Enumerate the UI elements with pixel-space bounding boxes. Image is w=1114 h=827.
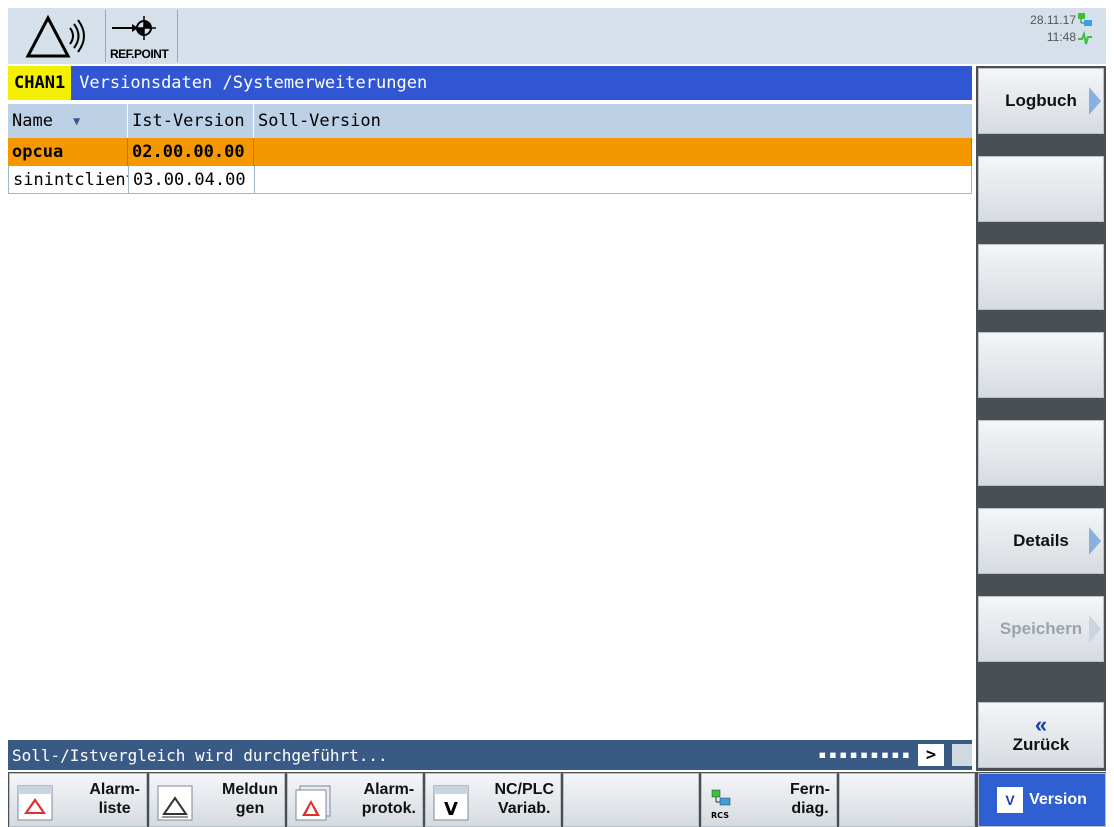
vertical-softkey-bar: Logbuch Details Speichern « Zurück xyxy=(976,66,1106,771)
zurueck-button[interactable]: « Zurück xyxy=(978,702,1104,768)
details-button[interactable]: Details xyxy=(978,508,1104,574)
rcs-label: RCS xyxy=(711,811,729,820)
page-title: Versionsdaten /Systemerweiterungen xyxy=(79,73,428,93)
channel-badge: CHAN1 xyxy=(8,66,72,100)
cell-name: sinintclient xyxy=(9,166,129,193)
ferndiag-label-2: diag. xyxy=(791,800,829,817)
time-label: 11:48 xyxy=(1046,30,1076,44)
speichern-button[interactable]: Speichern xyxy=(978,596,1104,662)
remote-diagnosis-icon: RCS xyxy=(711,789,731,820)
meldungen-label-1: Meldun xyxy=(222,781,278,798)
column-header-ist-version[interactable]: Ist-Version xyxy=(128,104,254,138)
alarmprotok-button[interactable]: Alarm- protok. xyxy=(287,773,423,827)
softkey-v5-empty[interactable] xyxy=(978,420,1104,486)
meldungen-label-2: gen xyxy=(235,800,265,817)
version-label: Version xyxy=(1029,791,1087,808)
window-title-bar: CHAN1 Versionsdaten /Systemerweiterungen xyxy=(8,66,972,100)
alarmprotok-label-2: protok. xyxy=(361,800,416,817)
cell-name: opcua xyxy=(8,138,128,166)
table-header-row: Name ▼ Ist-Version Soll-Version xyxy=(8,104,972,138)
status-message: Soll-/Istvergleich wird durchgeführt... xyxy=(12,745,388,765)
submenu-arrow-icon xyxy=(1089,87,1101,115)
cell-ist-version: 02.00.00.00 xyxy=(128,138,254,166)
nc-plc-variablen-button[interactable]: V NC/PLC Variab. xyxy=(425,773,561,827)
date-label: 28.11.17 xyxy=(1030,13,1076,27)
alarmliste-label-2: liste xyxy=(98,800,131,817)
ncplc-label-1: NC/PLC xyxy=(494,781,554,798)
submenu-arrow-icon xyxy=(1089,615,1101,643)
reference-point-indicator: REF.POINT xyxy=(106,10,178,62)
softkey-v2-empty[interactable] xyxy=(978,156,1104,222)
alarm-log-icon xyxy=(295,785,331,821)
softkey-v4-empty[interactable] xyxy=(978,332,1104,398)
alarm-list-icon xyxy=(17,785,53,821)
submenu-arrow-icon xyxy=(1089,527,1101,555)
scroll-right-button[interactable]: > xyxy=(918,744,944,766)
alarm-triangle-icon xyxy=(25,14,85,58)
meldungen-button[interactable]: Meldun gen xyxy=(149,773,285,827)
cell-ist-version: 03.00.04.00 xyxy=(129,166,255,193)
alarmliste-label-1: Alarm- xyxy=(89,781,140,798)
cell-soll-version xyxy=(255,166,971,193)
back-chevron-icon: « xyxy=(1034,712,1048,737)
messages-icon xyxy=(157,785,193,821)
ferndiag-label-1: Fern- xyxy=(790,781,830,798)
variable-v-icon: V xyxy=(433,785,469,821)
date-time-display: 28.11.17 11:48 xyxy=(1030,12,1092,46)
softkey-v3-empty[interactable] xyxy=(978,244,1104,310)
scroll-spacer xyxy=(952,744,972,766)
progress-indicator: ▪▪▪▪▪▪▪▪▪ xyxy=(818,747,912,763)
version-button[interactable]: V Version xyxy=(978,773,1106,827)
cell-soll-version xyxy=(254,138,972,166)
softkey-h7-empty[interactable] xyxy=(839,773,975,827)
ncplc-label-2: Variab. xyxy=(497,800,551,817)
logbuch-button[interactable]: Logbuch xyxy=(978,68,1104,134)
version-table: Name ▼ Ist-Version Soll-Version opcua 02… xyxy=(8,104,972,194)
table-row[interactable]: sinintclient 03.00.04.00 xyxy=(8,166,972,194)
details-label: Details xyxy=(1013,531,1069,550)
alarmprotok-label-1: Alarm- xyxy=(363,781,415,798)
svg-text:V: V xyxy=(444,799,458,820)
version-icon: V xyxy=(997,787,1024,813)
network-status-icon xyxy=(1078,13,1092,26)
sort-down-icon: ▼ xyxy=(72,114,81,128)
softkey-h5-empty[interactable] xyxy=(563,773,699,827)
ferndiag-button[interactable]: RCS Fern- diag. xyxy=(701,773,837,827)
hmi-screen: REF.POINT 28.11.17 11:48 CHAN1 Versionsd… xyxy=(0,0,1114,827)
horizontal-softkey-bar: Alarm- liste Meldun gen Alarm- protok. V… xyxy=(8,772,1106,827)
logbuch-label: Logbuch xyxy=(1005,91,1077,110)
refpoint-icon xyxy=(112,16,156,40)
header-bar: REF.POINT 28.11.17 11:48 xyxy=(8,8,1106,64)
zurueck-label: Zurück xyxy=(1012,735,1070,754)
column-header-soll-version[interactable]: Soll-Version xyxy=(254,104,972,138)
speichern-label: Speichern xyxy=(999,619,1083,638)
machine-status-icon xyxy=(18,10,106,62)
status-bar: Soll-/Istvergleich wird durchgeführt... … xyxy=(8,740,972,770)
column-header-name-label: Name xyxy=(12,111,53,131)
column-header-name[interactable]: Name ▼ xyxy=(8,104,128,138)
table-row[interactable]: opcua 02.00.00.00 xyxy=(8,138,972,166)
refpoint-label: REF.POINT xyxy=(110,47,169,61)
alarmliste-button[interactable]: Alarm- liste xyxy=(9,773,147,827)
activity-signal-icon xyxy=(1078,31,1092,45)
